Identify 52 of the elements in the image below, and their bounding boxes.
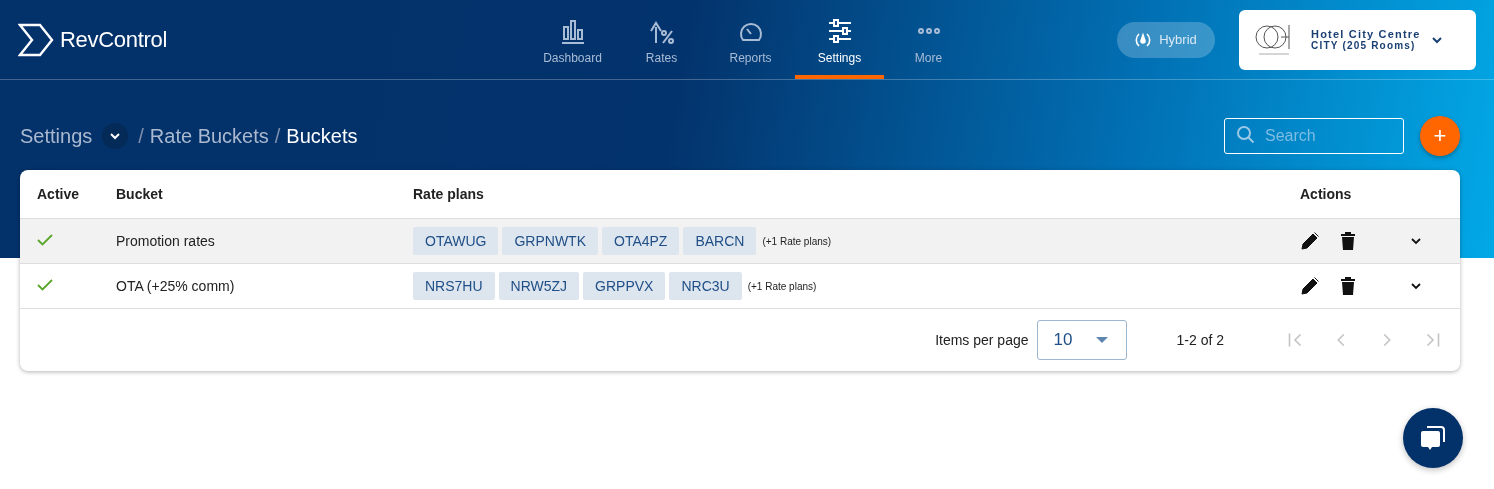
- nav-tab[interactable]: Settings: [795, 0, 884, 79]
- items-per-page-label: Items per page: [935, 332, 1029, 348]
- nav-tab[interactable]: Dashboard: [528, 0, 617, 79]
- column-header: Bucket: [116, 186, 164, 202]
- rate-plan-chip: GRPNWTK: [502, 227, 598, 255]
- rate-plan-chip: NRC3U: [669, 272, 742, 300]
- rate-plan-chip: OTAWUG: [413, 227, 499, 255]
- gauge-icon: [738, 20, 763, 42]
- delete-icon[interactable]: [1340, 231, 1356, 251]
- bucket-name: OTA (+25% comm): [116, 278, 236, 294]
- table-row[interactable]: Promotion rates OTAWUG GRPNWTK OTA4PZ BARCN (+1 Rate plans): [20, 219, 1460, 264]
- table-row[interactable]: OTA (+25% comm) NRS7HU NRW5ZJ GRPPVX NRC3U (+1 Rate plans): [20, 264, 1460, 309]
- brand-name: RevControl: [60, 26, 168, 53]
- logo-icon: [18, 22, 54, 57]
- edit-icon[interactable]: [1300, 276, 1320, 296]
- rate-plan-chip: GRPPVX: [583, 272, 666, 300]
- nav-tab[interactable]: More: [884, 0, 973, 79]
- search-icon: [1236, 125, 1256, 145]
- nav-tab[interactable]: Reports: [706, 0, 795, 79]
- breadcrumb-link[interactable]: Settings: [20, 124, 93, 148]
- more-rate-plans: (+1 Rate plans): [762, 235, 832, 247]
- rate-plan-chip: NRS7HU: [413, 272, 495, 300]
- bucket-name: Promotion rates: [116, 233, 216, 249]
- breadcrumb-link[interactable]: Buckets: [286, 124, 358, 148]
- drop-icon: [1135, 31, 1152, 48]
- breadcrumb-link[interactable]: Rate Buckets: [149, 124, 269, 148]
- breadcrumb-separator: /: [274, 124, 281, 148]
- chevron-down-icon: [109, 132, 122, 140]
- hotel-selector[interactable]: Hotel City Centre CITY (205 Rooms): [1239, 9, 1476, 70]
- search-field[interactable]: Search: [1224, 118, 1404, 154]
- rate-plan-chip: OTA4PZ: [602, 227, 680, 255]
- page-range: 1-2 of 2: [1176, 332, 1224, 348]
- breadcrumb-separator: /: [138, 124, 144, 148]
- page-size-select[interactable]: 10: [1036, 320, 1127, 360]
- expand-icon[interactable]: [1410, 282, 1422, 290]
- chevron-down-icon: [1430, 35, 1443, 44]
- column-header: Actions: [1300, 186, 1353, 202]
- delete-icon[interactable]: [1340, 276, 1356, 296]
- expand-icon[interactable]: [1410, 237, 1422, 245]
- more-rate-plans: (+1 Rate plans): [747, 280, 817, 292]
- nav-tab[interactable]: Rates: [617, 0, 706, 79]
- dropdown-button[interactable]: [102, 123, 129, 149]
- rate-plan-chip: BARCN: [683, 227, 757, 255]
- hotel-detail: CITY (205 Rooms): [1311, 40, 1416, 51]
- dots-icon: [916, 27, 941, 35]
- edit-icon[interactable]: [1300, 231, 1320, 251]
- column-header: Active: [36, 186, 81, 202]
- column-header: Rate plans: [413, 186, 485, 202]
- rate-plan-chip: NRW5ZJ: [498, 272, 580, 300]
- caret-icon: [1095, 337, 1108, 343]
- hotel-name: Hotel City Centre: [1311, 28, 1421, 40]
- chat-button[interactable]: [1403, 408, 1463, 468]
